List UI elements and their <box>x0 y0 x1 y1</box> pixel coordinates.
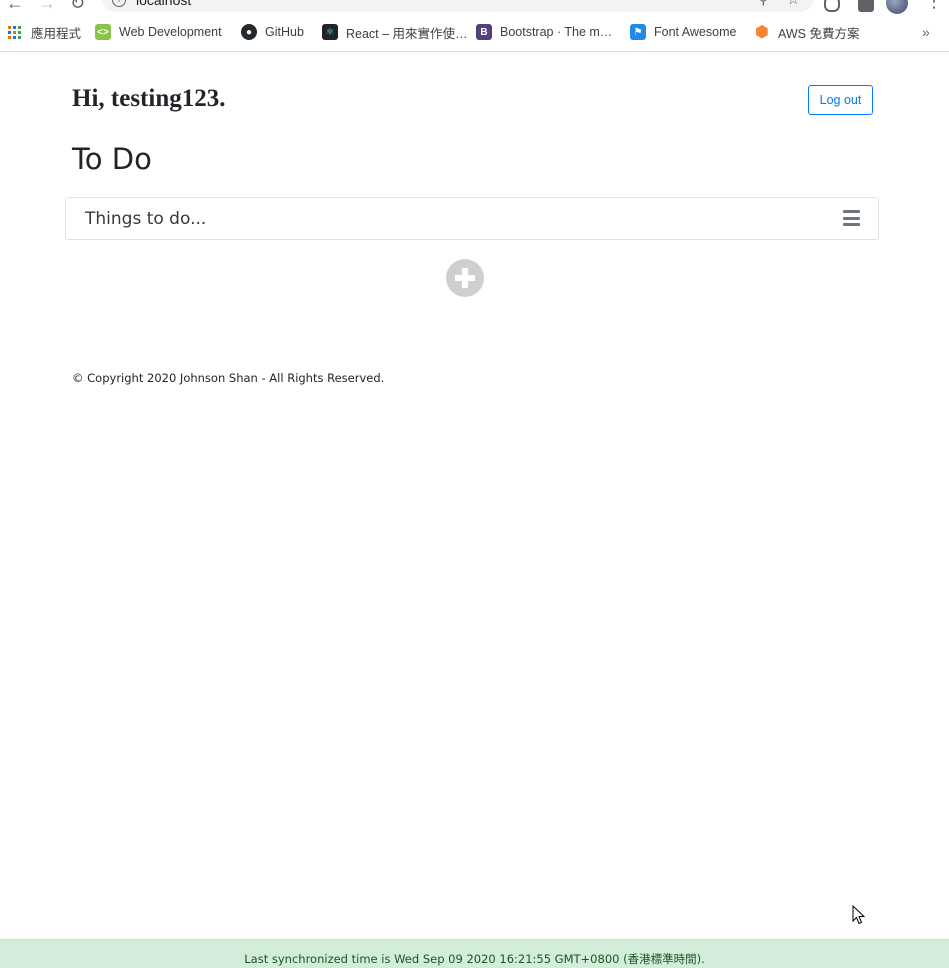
webdev-icon: <> <box>95 24 111 40</box>
bookmark-aws[interactable]: ⬢ AWS 免費方案 <box>754 22 859 42</box>
bookmark-github[interactable]: ● GitHub <box>241 22 304 42</box>
apps-grid-icon <box>8 25 21 39</box>
sync-status-bar: Last synchronized time is Wed Sep 09 202… <box>0 939 949 968</box>
database-extension-icon[interactable] <box>824 0 840 12</box>
bookmark-label: React – 用來實作使… <box>346 26 468 41</box>
browser-toolbar: ← → ↻ i localhost ⚲ ☆ ⋮ <box>0 0 949 14</box>
forward-arrow-icon[interactable]: → <box>38 0 56 12</box>
search-icon[interactable]: ⚲ <box>758 0 768 8</box>
bookmark-react[interactable]: ⚛ React – 用來實作使… <box>322 22 468 42</box>
bookmark-apps[interactable]: 應用程式 <box>8 22 81 42</box>
bars-icon[interactable] <box>843 210 860 226</box>
bookmark-label: Web Development <box>119 25 222 39</box>
flag-icon: ⚑ <box>630 24 646 40</box>
bookmark-star-icon[interactable]: ☆ <box>787 0 800 8</box>
reload-icon[interactable]: ↻ <box>70 0 85 12</box>
github-icon: ● <box>241 24 257 40</box>
bookmark-web-development[interactable]: <> Web Development <box>95 22 222 42</box>
bookmark-label: 應用程式 <box>31 26 82 41</box>
todo-input-group <box>65 197 879 240</box>
bootstrap-icon: B <box>476 24 492 40</box>
bookmark-label: AWS 免費方案 <box>778 26 860 41</box>
browser-menu-icon[interactable]: ⋮ <box>925 0 943 10</box>
react-icon: ⚛ <box>322 24 338 40</box>
copyright-text: © Copyright 2020 Johnson Shan - All Righ… <box>72 371 385 385</box>
site-info-icon[interactable]: i <box>112 0 126 7</box>
bookmark-label: Font Awesome <box>654 25 737 39</box>
greeting-heading: Hi, testing123. <box>72 85 226 112</box>
todo-input[interactable] <box>67 199 827 238</box>
bookmark-font-awesome[interactable]: ⚑ Font Awesome <box>630 22 736 42</box>
sync-status-text: Last synchronized time is Wed Sep 09 202… <box>244 952 705 966</box>
bookmarks-overflow-icon[interactable]: » <box>922 24 930 40</box>
profile-avatar[interactable] <box>886 0 908 14</box>
bookmark-label: GitHub <box>265 25 304 39</box>
back-arrow-icon[interactable]: ← <box>6 0 24 12</box>
aws-hexagon-icon: ⬢ <box>755 24 769 41</box>
extensions-puzzle-icon[interactable] <box>858 0 874 12</box>
mouse-pointer-icon <box>852 905 866 925</box>
bookmarks-bar: 應用程式 <> Web Development ● GitHub ⚛ React… <box>0 14 949 52</box>
plus-circle-icon[interactable] <box>446 259 484 297</box>
page-title: To Do <box>72 142 152 176</box>
address-bar-url[interactable]: localhost <box>136 0 191 8</box>
address-bar[interactable]: i localhost ⚲ ☆ <box>102 0 814 12</box>
bookmark-bootstrap[interactable]: B Bootstrap · The m… <box>476 22 612 42</box>
bookmark-label: Bootstrap · The m… <box>500 25 613 39</box>
logout-button[interactable]: Log out <box>808 85 873 115</box>
